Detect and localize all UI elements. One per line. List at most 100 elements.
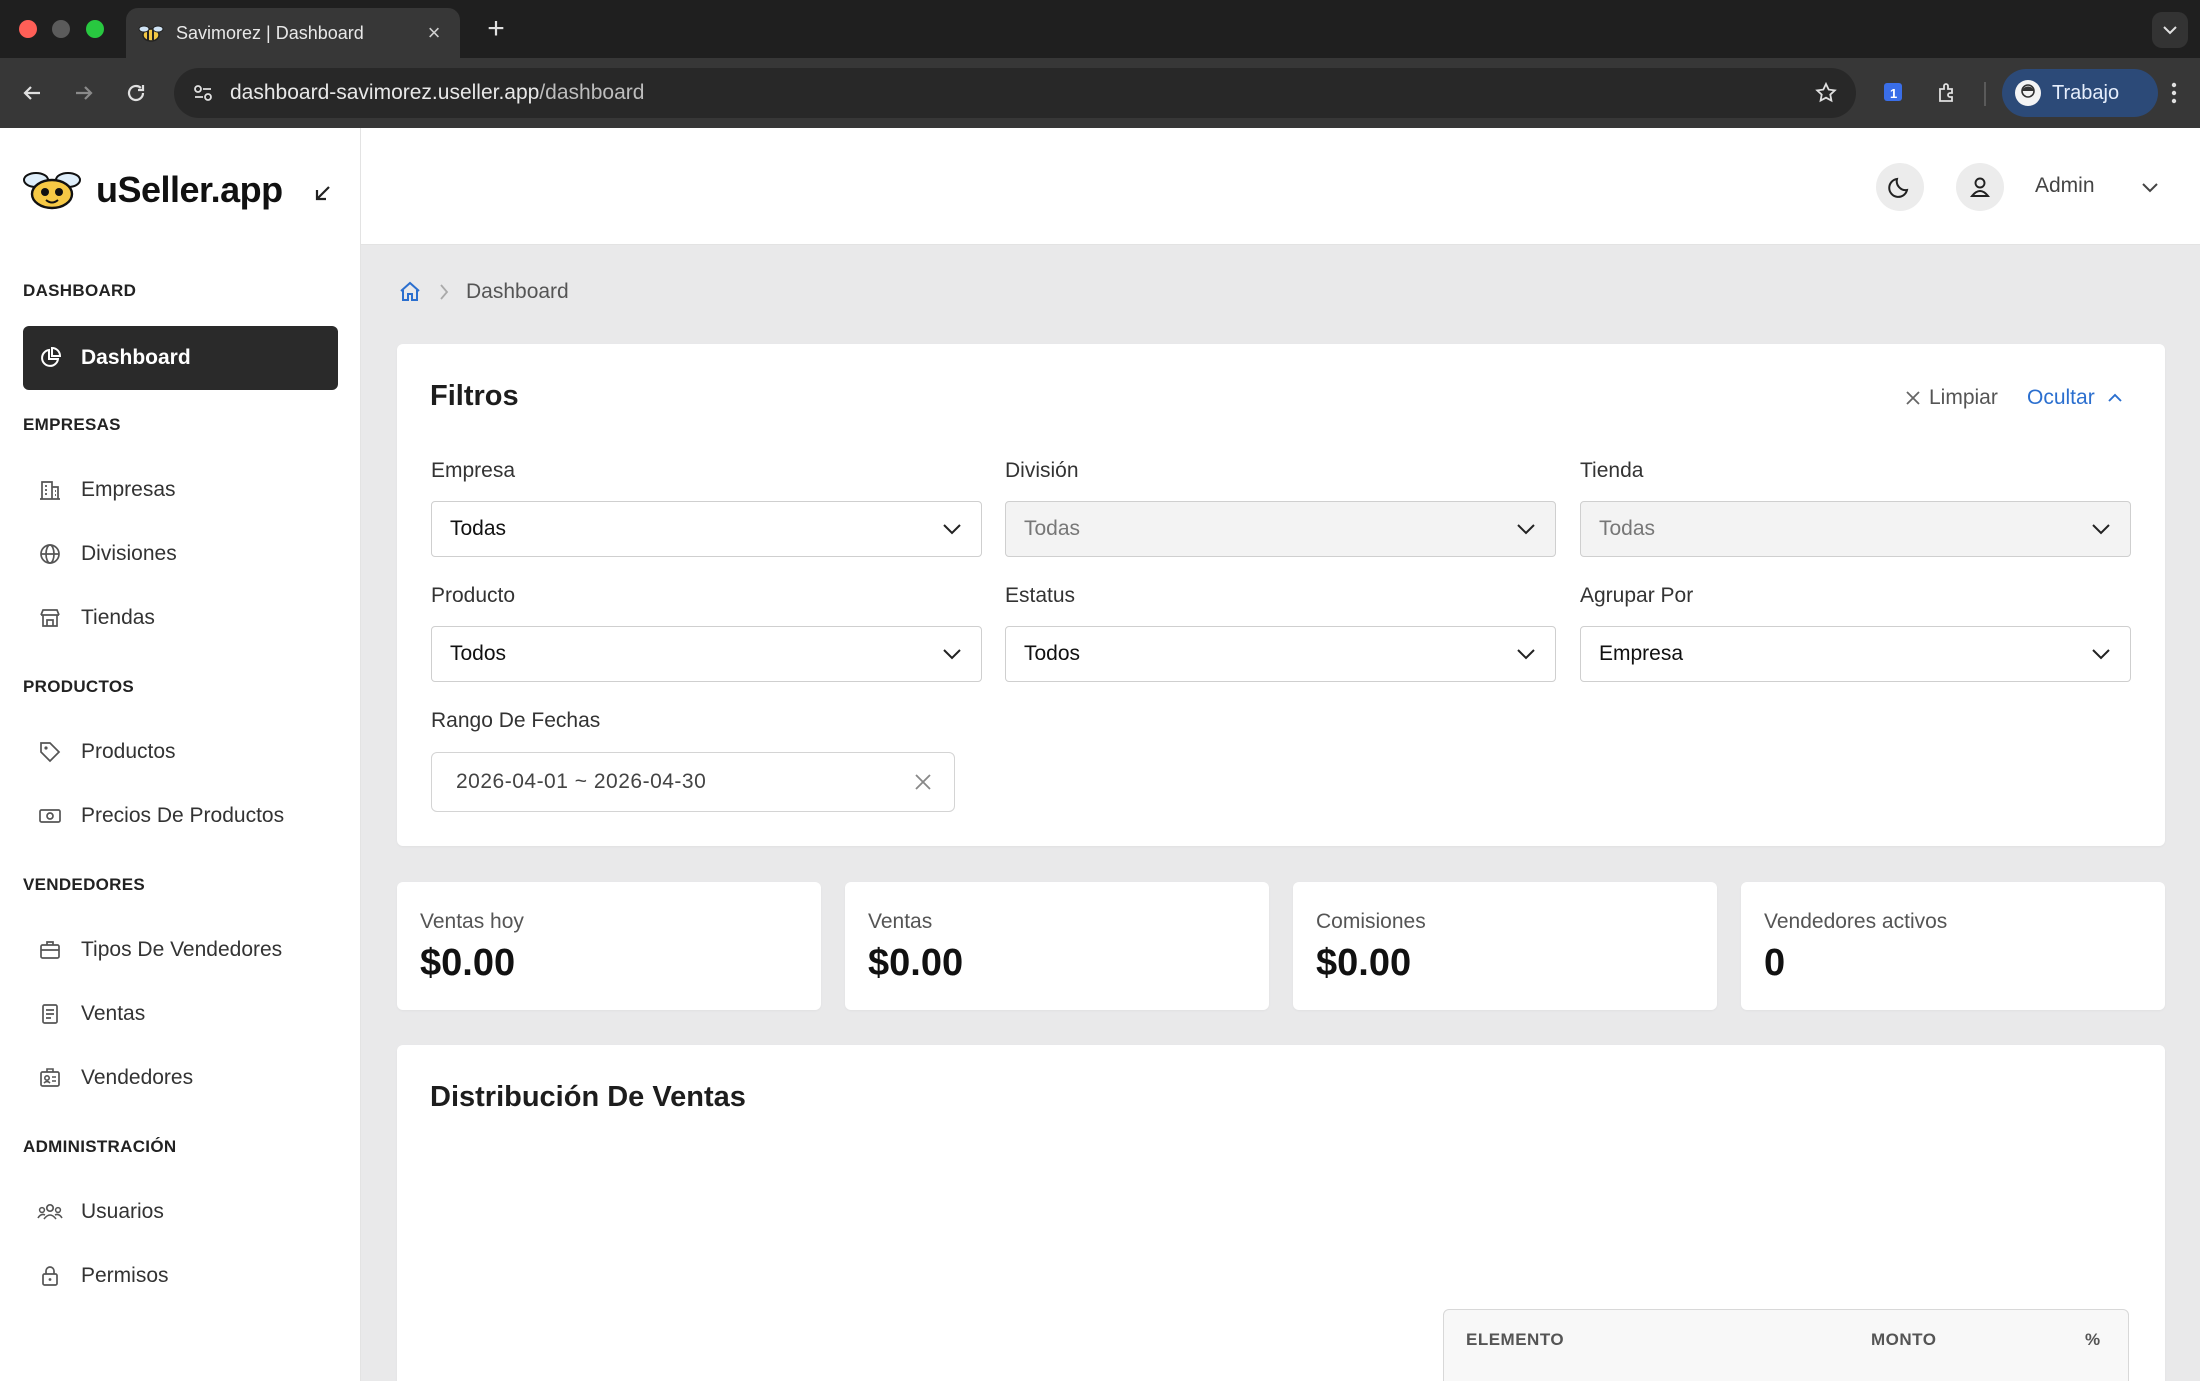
producto-value: Todos [450, 642, 507, 665]
stat-label: Comisiones [1316, 910, 1426, 933]
sidebar-item-tipos-de-vendedores[interactable]: Tipos De Vendedores [23, 918, 338, 982]
sidebar-item-tiendas[interactable]: Tiendas [23, 586, 338, 650]
tag-icon [37, 739, 63, 765]
sidebar-item-label: Vendedores [81, 1066, 194, 1089]
division-select[interactable]: Todas [1005, 501, 1556, 557]
svg-text:1: 1 [1890, 86, 1897, 101]
browser-tab-active[interactable]: Savimorez | Dashboard × [126, 8, 460, 58]
brand-logo[interactable]: uSeller.app [22, 168, 283, 212]
arrow-down-left-icon [315, 186, 330, 201]
date-range-input[interactable]: 2026-04-01 ~ 2026-04-30 [431, 752, 955, 812]
extension-badge-button[interactable]: 1 [1876, 75, 1912, 111]
clear-date-icon[interactable] [914, 773, 932, 791]
browser-tab-bar: Savimorez | Dashboard × + [0, 0, 2200, 58]
chevron-down-icon [2092, 649, 2110, 660]
forward-button[interactable] [66, 75, 102, 111]
brand-name: uSeller.app [96, 169, 283, 210]
estatus-select[interactable]: Todos [1005, 626, 1556, 682]
stat-card-vendedores-activos: Vendedores activos 0 [1741, 882, 2165, 1010]
date-range-value: 2026-04-01 ~ 2026-04-30 [456, 770, 707, 793]
filters-title: Filtros [430, 380, 519, 412]
clear-filters-label: Limpiar [1929, 386, 1998, 409]
site-settings-icon[interactable] [192, 82, 214, 104]
column-header-monto[interactable]: MONTO [1871, 1330, 1936, 1350]
tab-close-icon[interactable]: × [422, 20, 446, 46]
column-header-percent[interactable]: % [2085, 1330, 2101, 1350]
sidebar-item-productos[interactable]: Productos [23, 720, 338, 784]
sidebar-item-divisiones[interactable]: Divisiones [23, 522, 338, 586]
address-bar[interactable]: dashboard-savimorez.useller.app/dashboar… [174, 68, 1856, 118]
producto-label: Producto [431, 584, 516, 607]
sidebar-item-vendedores[interactable]: Vendedores [23, 1046, 338, 1110]
clear-filters-button[interactable]: Limpiar [1905, 386, 1998, 410]
hide-filters-label: Ocultar [2027, 386, 2095, 409]
moon-icon [1888, 177, 1909, 198]
agrupar-select[interactable]: Empresa [1580, 626, 2131, 682]
id-card-icon [37, 1065, 63, 1091]
estatus-label: Estatus [1005, 584, 1076, 607]
briefcase-icon [37, 937, 63, 963]
browser-menu-button[interactable] [2156, 75, 2192, 111]
back-button[interactable] [14, 75, 50, 111]
user-icon [1970, 177, 1990, 197]
sidebar-section-productos: PRODUCTOS [23, 677, 135, 696]
chevron-down-icon [2163, 26, 2177, 35]
url-host: dashboard-savimorez.useller.app [230, 81, 540, 104]
sidebar-item-label: Empresas [81, 478, 176, 501]
avatar[interactable] [1956, 163, 2004, 211]
window-minimize-button[interactable] [52, 20, 70, 38]
arrow-left-icon [23, 86, 40, 100]
sidebar-item-empresas[interactable]: Empresas [23, 458, 338, 522]
theme-toggle-button[interactable] [1876, 163, 1924, 211]
chevron-up-icon [2108, 393, 2122, 402]
arrow-right-icon [76, 86, 93, 100]
column-header-elemento[interactable]: ELEMENTO [1466, 1330, 1564, 1350]
reload-button[interactable] [118, 75, 154, 111]
extension-shield-icon: 1 [1884, 83, 1902, 101]
date-range-label: Rango De Fechas [431, 709, 601, 732]
profile-button[interactable]: Trabajo [2002, 69, 2158, 117]
users-icon [37, 1199, 63, 1225]
chevron-down-icon[interactable] [2137, 174, 2163, 200]
kebab-menu-icon [2171, 82, 2177, 104]
sidebar-item-permisos[interactable]: Permisos [23, 1244, 338, 1308]
tienda-label: Tienda [1580, 459, 1644, 482]
sidebar-section-empresas: EMPRESAS [23, 415, 121, 434]
stat-label: Ventas hoy [420, 910, 524, 933]
sidebar-collapse-button[interactable] [306, 176, 340, 210]
breadcrumb-current: Dashboard [466, 280, 569, 303]
breadcrumb: Dashboard [398, 280, 569, 304]
profile-name: Trabajo [2052, 81, 2120, 104]
stat-card-comisiones: Comisiones $0.00 [1293, 882, 1717, 1010]
puzzle-icon [1939, 83, 1953, 102]
sidebar-item-ventas[interactable]: Ventas [23, 982, 338, 1046]
sidebar-item-usuarios[interactable]: Usuarios [23, 1180, 338, 1244]
user-name[interactable]: Admin [2035, 174, 2095, 198]
store-icon [37, 605, 63, 631]
lock-icon [37, 1263, 63, 1289]
sidebar-item-label: Ventas [81, 1002, 146, 1025]
producto-select[interactable]: Todos [431, 626, 982, 682]
new-tab-button[interactable]: + [480, 12, 512, 46]
sidebar-item-precios-de-productos[interactable]: Precios De Productos [23, 784, 338, 848]
building-icon [37, 477, 63, 503]
tienda-select[interactable]: Todas [1580, 501, 2131, 557]
chevron-down-icon [943, 649, 961, 660]
bee-favicon-icon [138, 25, 164, 42]
filters-panel: Filtros Limpiar Ocultar Empresa Todas Di… [397, 344, 2165, 846]
stat-card-ventas: Ventas $0.00 [845, 882, 1269, 1010]
division-value: Todas [1024, 517, 1081, 540]
empresa-label: Empresa [431, 459, 516, 482]
tab-title: Savimorez | Dashboard [176, 22, 364, 43]
bookmark-star-icon[interactable] [1814, 81, 1838, 105]
hide-filters-button[interactable]: Ocultar [2027, 386, 2123, 410]
window-close-button[interactable] [19, 20, 37, 38]
division-label: División [1005, 459, 1079, 482]
home-icon[interactable] [398, 280, 422, 304]
sidebar-item-dashboard[interactable]: Dashboard [23, 326, 338, 390]
sidebar-item-label: Dashboard [81, 346, 191, 369]
extensions-button[interactable] [1930, 75, 1966, 111]
window-zoom-button[interactable] [86, 20, 104, 38]
empresa-select[interactable]: Todas [431, 501, 982, 557]
tab-search-button[interactable] [2152, 12, 2188, 48]
